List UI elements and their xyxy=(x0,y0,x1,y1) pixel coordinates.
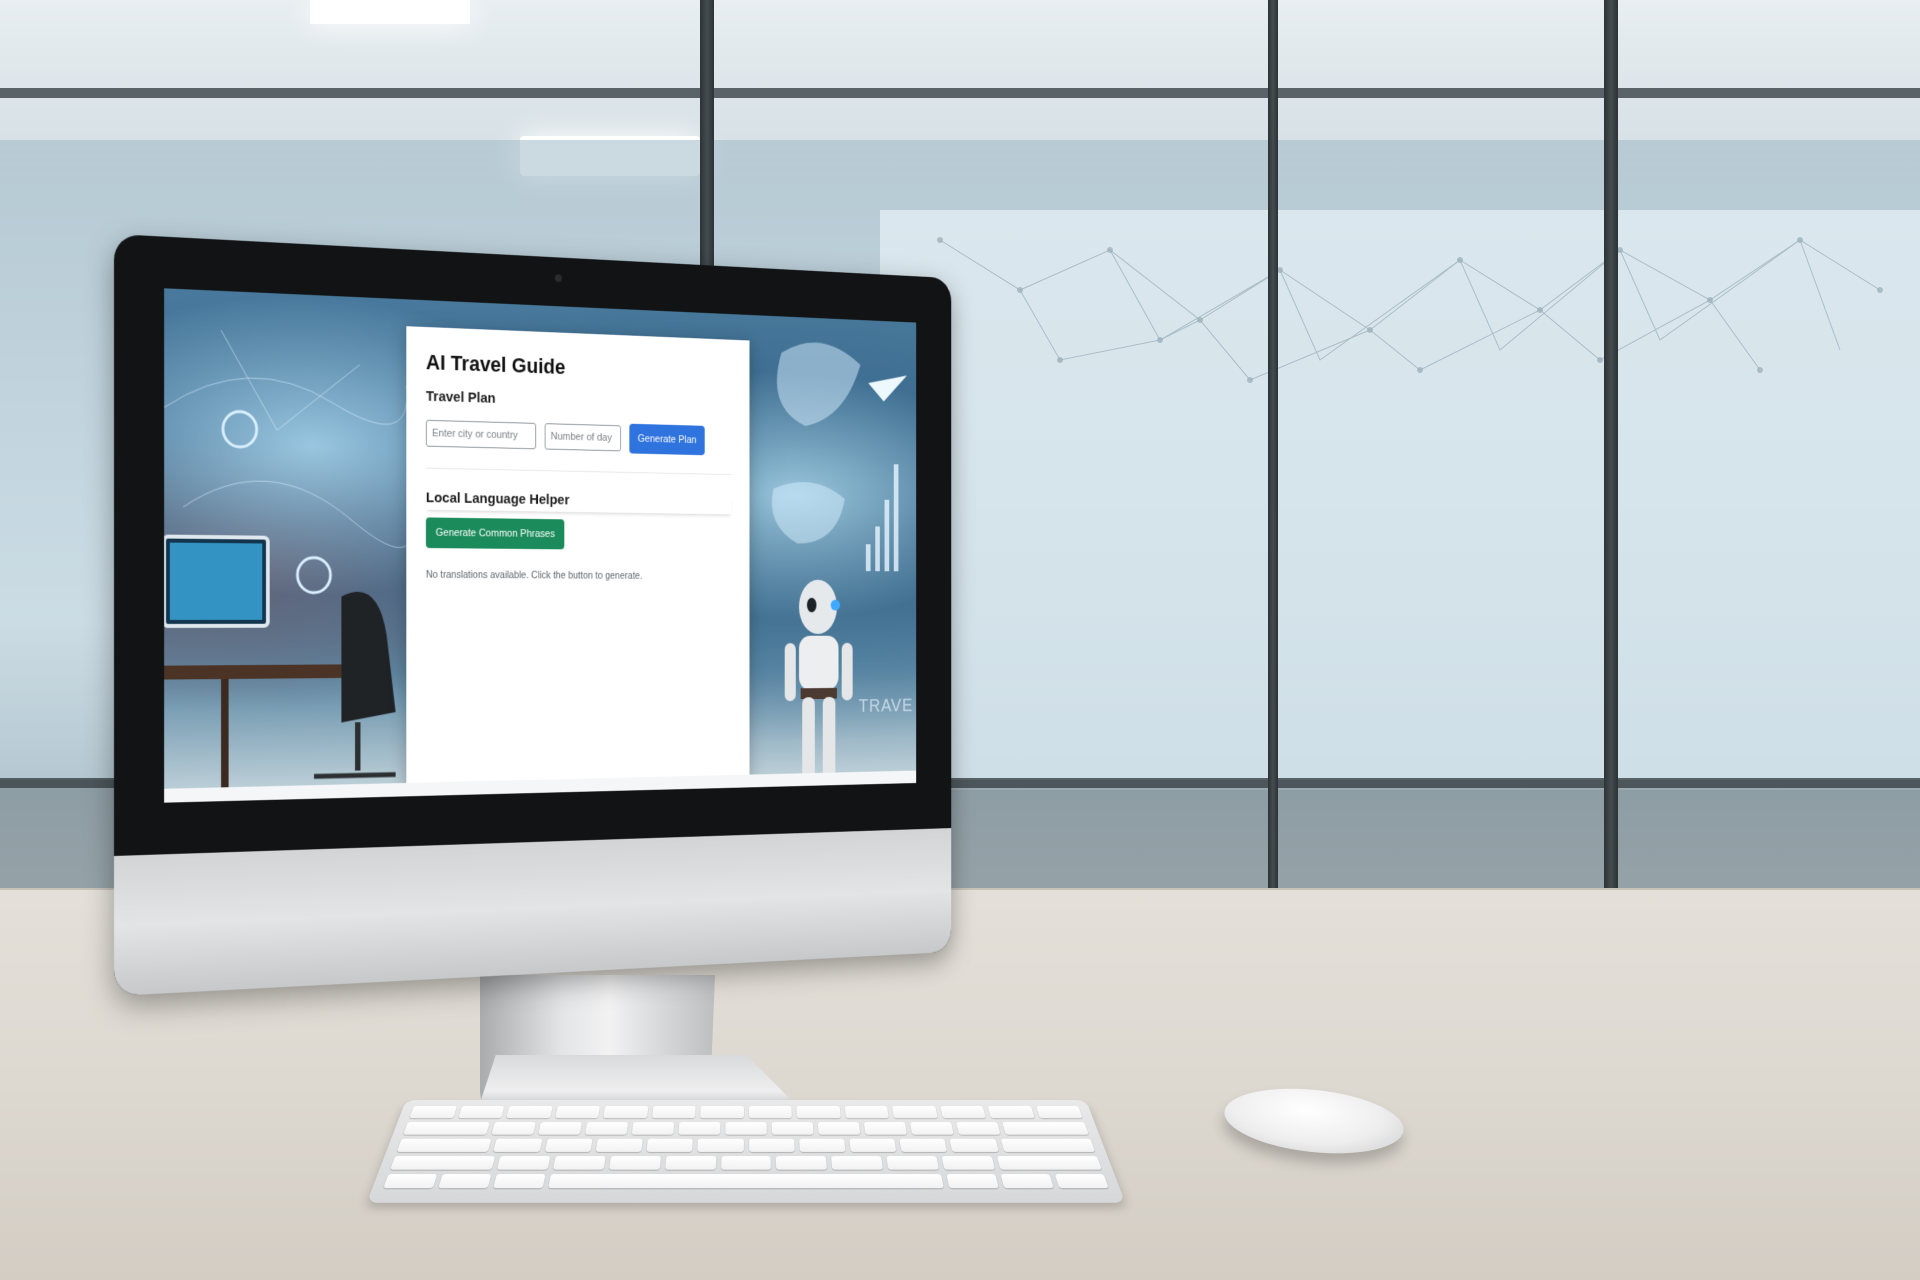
screen: TRAVE AI Travel Guide Travel Plan Genera… xyxy=(164,288,917,803)
travel-plan-form: Generate Plan xyxy=(425,418,732,456)
glass-rail xyxy=(0,88,1920,98)
robot-body xyxy=(799,635,839,691)
language-helper-header: Local Language Helper xyxy=(426,490,732,515)
destination-input[interactable] xyxy=(425,419,537,450)
office-scene: TRAVE AI Travel Guide Travel Plan Genera… xyxy=(0,0,1920,1280)
network-node-icon xyxy=(297,557,330,592)
camera-icon xyxy=(554,274,562,283)
window-mullion xyxy=(1268,0,1278,950)
generate-plan-button[interactable]: Generate Plan xyxy=(629,423,705,456)
airplane-icon xyxy=(868,374,907,403)
hero-watermark-text: TRAVE xyxy=(858,695,914,717)
keyboard xyxy=(366,1100,1126,1203)
monitor: TRAVE AI Travel Guide Travel Plan Genera… xyxy=(114,234,952,996)
office-illustration-left xyxy=(164,288,406,798)
chair-illustration xyxy=(341,591,396,723)
generate-phrases-button[interactable]: Generate Common Phrases xyxy=(425,517,565,550)
section-divider xyxy=(425,467,732,476)
network-node-icon xyxy=(223,411,257,447)
network-pattern-decor xyxy=(937,237,1883,383)
page-title: AI Travel Guide xyxy=(425,349,566,379)
translations-empty-message: No translations available. Click the but… xyxy=(425,569,643,582)
days-input[interactable] xyxy=(544,423,622,452)
language-helper-heading: Local Language Helper xyxy=(425,489,570,509)
window-mullion xyxy=(1604,0,1618,950)
travel-guide-card: AI Travel Guide Travel Plan Generate Pla… xyxy=(406,326,750,803)
ceiling-light xyxy=(310,0,470,24)
travel-plan-heading: Travel Plan xyxy=(425,388,496,407)
